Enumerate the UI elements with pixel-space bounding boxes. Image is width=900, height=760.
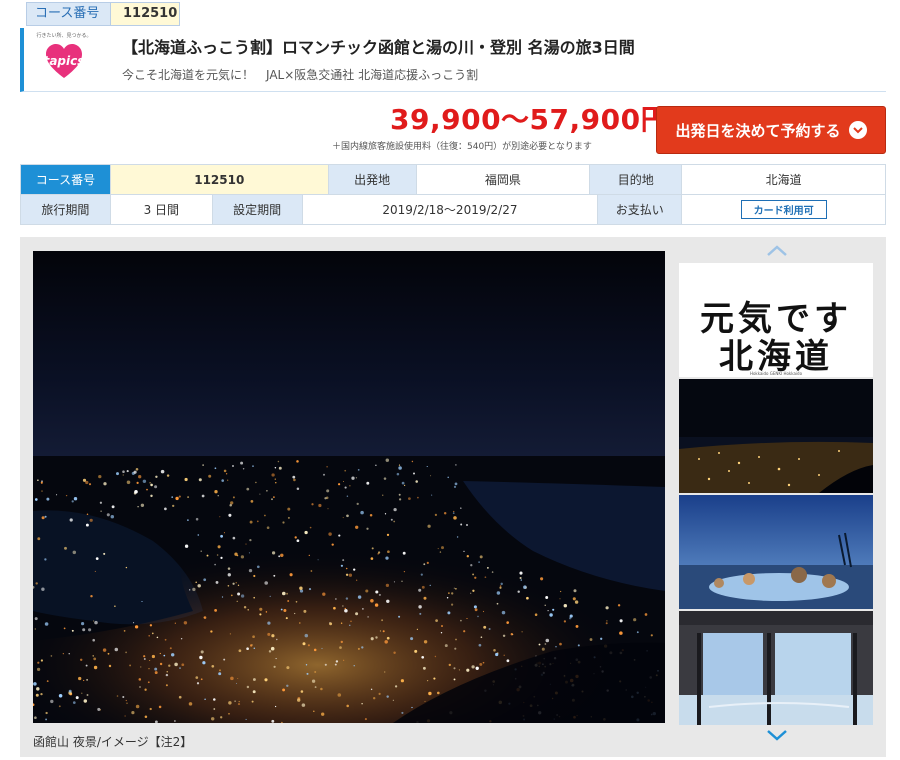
tour-title: 【北海道ふっこう割】ロマンチック函館と湯の川・登別 名湯の旅3日間 (122, 38, 635, 57)
thumbnail-genki-hokkaido[interactable]: 元気です 北海道 Hokkaido GENKI Hokkaido (679, 263, 873, 377)
info-row-1: コース番号 112510 出発地 福岡県 目的地 北海道 (20, 164, 886, 195)
gallery-scroll-up[interactable] (765, 243, 789, 259)
period-value: 2019/2/18〜2019/2/27 (301, 194, 599, 225)
tour-header: 行きたい所、見つかる。 tapics 【北海道ふっこう割】ロマンチック函館と湯の… (20, 28, 886, 92)
thumb-night-image (679, 379, 873, 493)
logo-tagline: 行きたい所、見つかる。 (36, 33, 92, 39)
trapics-logo: 行きたい所、見つかる。 tapics (34, 32, 94, 88)
course-tag: コース番号 112510 (26, 2, 180, 26)
departure-label: 出発地 (327, 164, 417, 195)
course-number-label: コース番号 (20, 164, 111, 195)
course-tag-value: 112510 (111, 3, 179, 25)
price-range: 39,900〜57,900円 (390, 103, 670, 136)
course-tag-label: コース番号 (27, 3, 111, 25)
photo-caption: 函館山 夜景/イメージ【注2】 (33, 735, 193, 749)
course-info-table: コース番号 112510 出発地 福岡県 目的地 北海道 (20, 164, 886, 195)
card-accepted-badge: カード利用可 (740, 200, 827, 219)
payment-label: お支払い (597, 194, 683, 225)
destination-value: 北海道 (681, 164, 886, 195)
thumb-indoor-bath-image (679, 611, 873, 725)
destination-label: 目的地 (589, 164, 683, 195)
course-info-table-2: 旅行期間 3 日間 設定期間 2019/2/18〜2019/2/27 お支払い … (20, 194, 886, 225)
thumbnail-outdoor-bath[interactable] (679, 495, 873, 609)
period-label: 設定期間 (211, 194, 303, 225)
chevron-down-icon (848, 121, 867, 139)
thumb-genki-tiny: Hokkaido GENKI Hokkaido (749, 371, 803, 376)
thumb-genki-line2: 北海道 (719, 337, 833, 377)
duration-value: 3 日間 (109, 194, 213, 225)
price-note: ＋国内線旅客施設使用料（往復：540円）が別途必要となります (332, 142, 592, 152)
thumbnail-night-view[interactable] (679, 379, 873, 493)
logo-brand: tapics (43, 54, 85, 68)
photo-gallery: 函館山 夜景/イメージ【注2】 元気です 北海道 Hokkaido GENKI … (20, 237, 886, 757)
book-departure-button[interactable]: 出発日を決めて予約する (656, 106, 886, 154)
thumb-bath-image (679, 495, 873, 609)
thumbnail-indoor-bath[interactable] (679, 611, 873, 725)
thumbnail-list: 元気です 北海道 Hokkaido GENKI Hokkaido (679, 263, 873, 727)
info-row-2: 旅行期間 3 日間 設定期間 2019/2/18〜2019/2/27 お支払い … (20, 194, 886, 225)
book-button-label: 出発日を決めて予約する (675, 121, 841, 140)
duration-label: 旅行期間 (20, 194, 111, 225)
departure-value: 福岡県 (415, 164, 591, 195)
tour-subtitle: 今こそ北海道を元気に！ JAL×阪急交通社 北海道応援ふっこう割 (122, 68, 479, 82)
main-photo-hakodate-night[interactable] (33, 251, 665, 723)
chevron-up-icon (767, 245, 787, 256)
chevron-down-icon (767, 730, 787, 741)
course-number-value: 112510 (109, 164, 329, 195)
gallery-scroll-down[interactable] (765, 727, 789, 743)
payment-cell: カード利用可 (681, 194, 886, 225)
night-view-image (33, 251, 665, 723)
